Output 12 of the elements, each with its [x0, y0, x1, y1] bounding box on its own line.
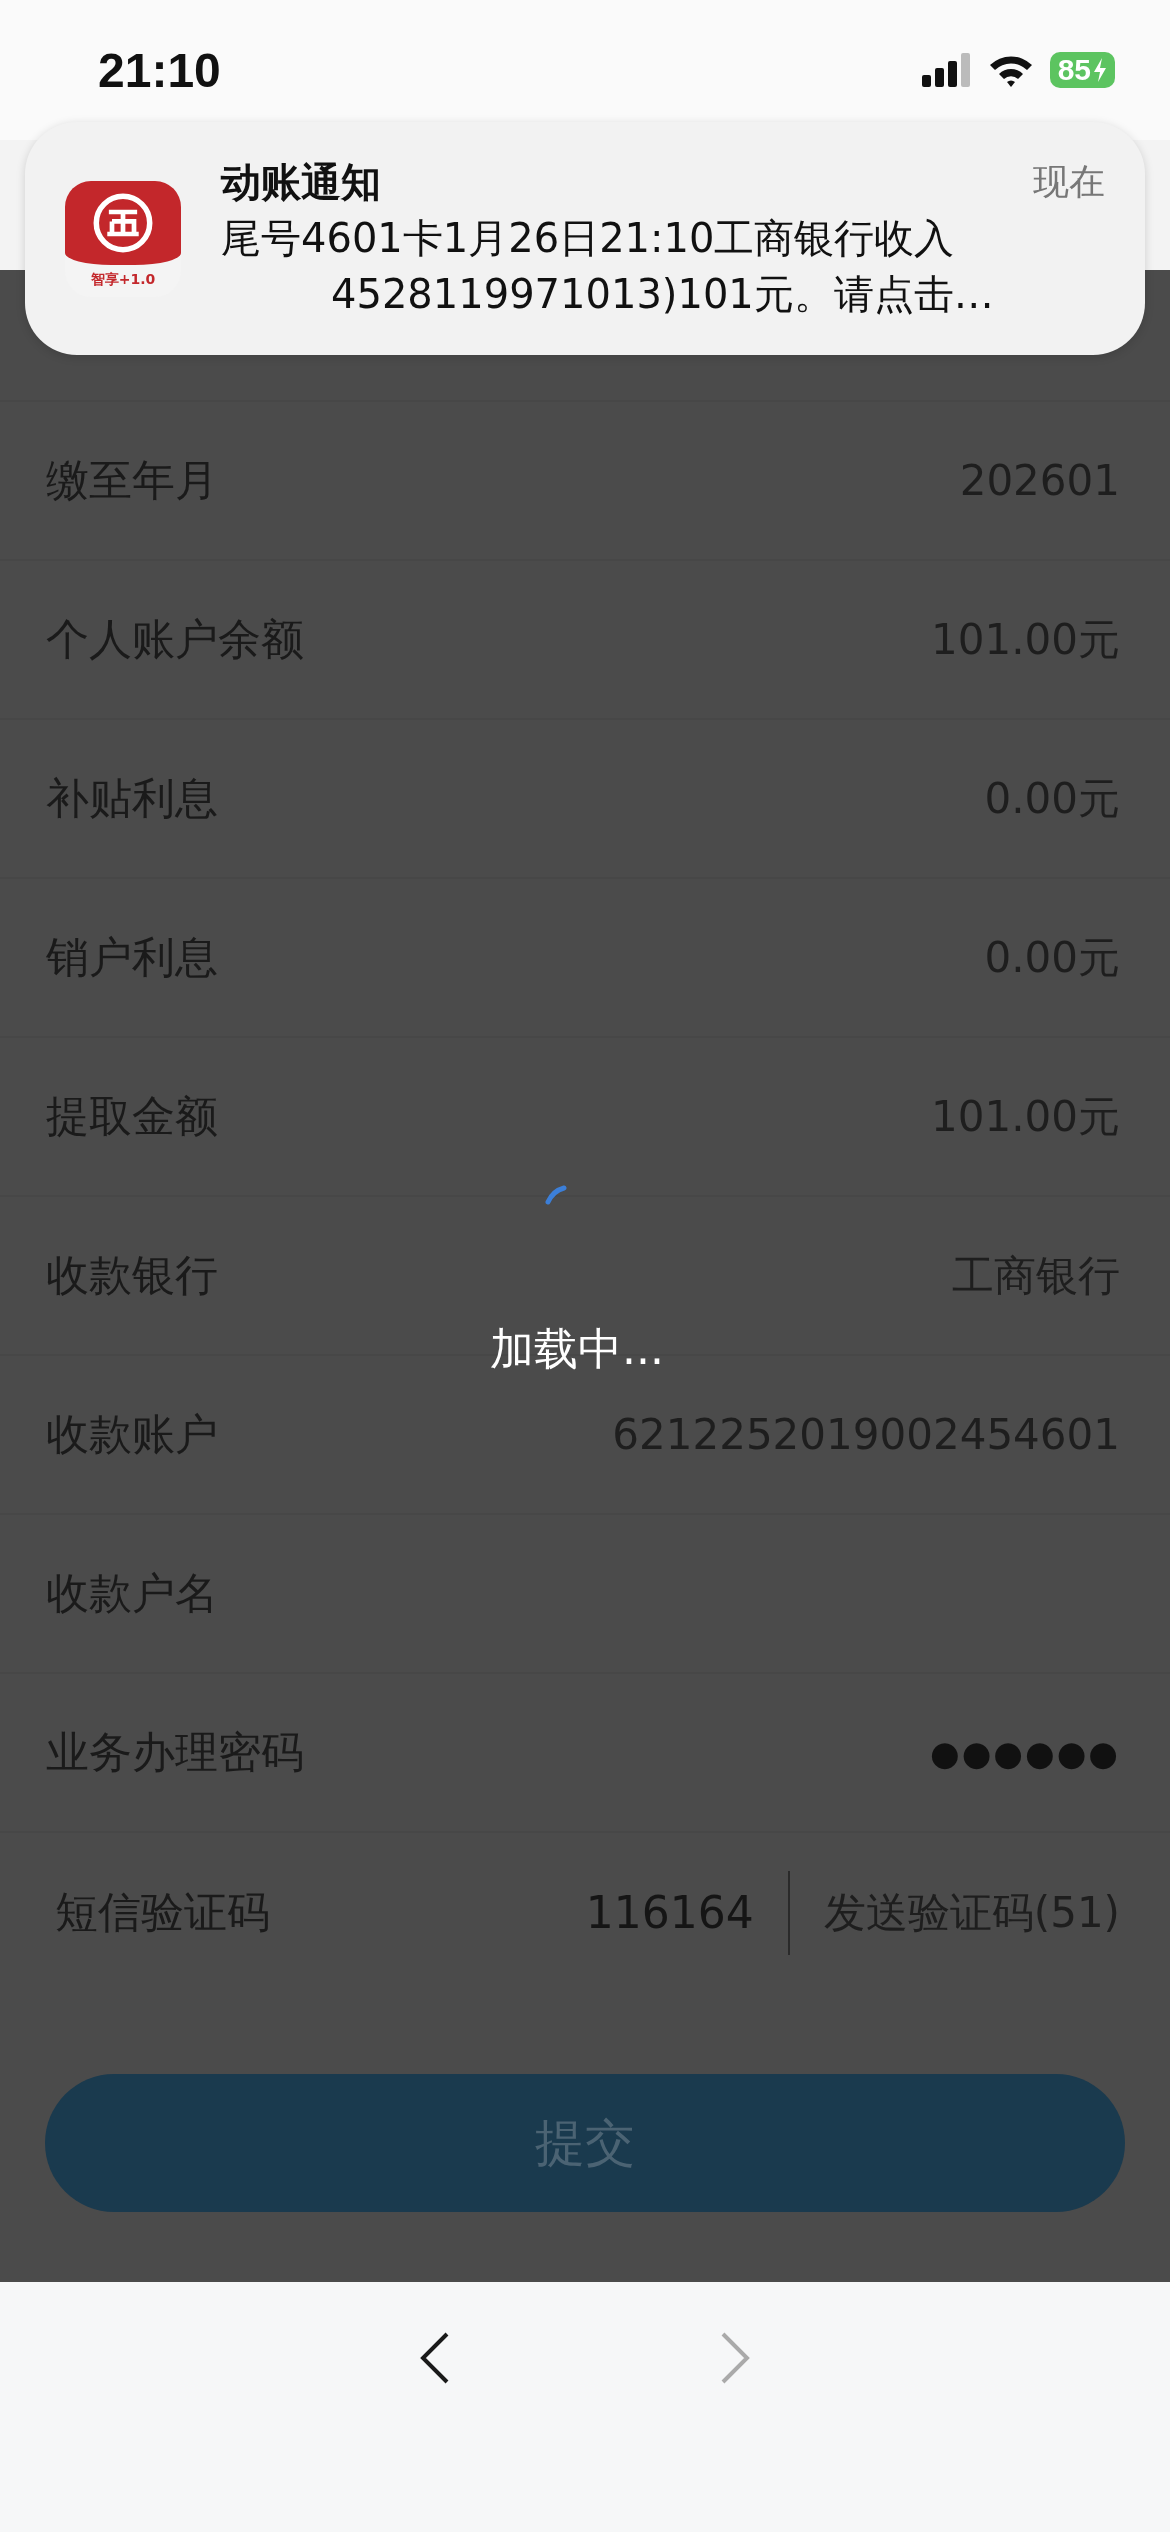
notification-text: 尾号4601卡1月26日21:10工商银行收入 — [221, 214, 956, 263]
battery-icon: 85 — [1049, 52, 1115, 88]
password-field[interactable]: ●●●●●● — [930, 1732, 1120, 1773]
notification-title: 动账通知 — [221, 158, 381, 207]
signal-icon — [921, 53, 972, 87]
status-time: 21:10 — [98, 42, 221, 98]
loading-spinner-icon — [545, 1185, 567, 1205]
notification-time: 现在 — [1033, 160, 1105, 204]
back-icon[interactable] — [420, 2332, 450, 2384]
loading-text: 加载中... — [490, 1322, 664, 1376]
notification-card[interactable]: 智享+1.0 动账通知 现在 尾号4601卡1月26日21:10工商银行收入 4528119971013)101元。请点击… — [25, 122, 1145, 355]
notification-text: 4528119971013)101元。请点击… — [330, 270, 995, 319]
